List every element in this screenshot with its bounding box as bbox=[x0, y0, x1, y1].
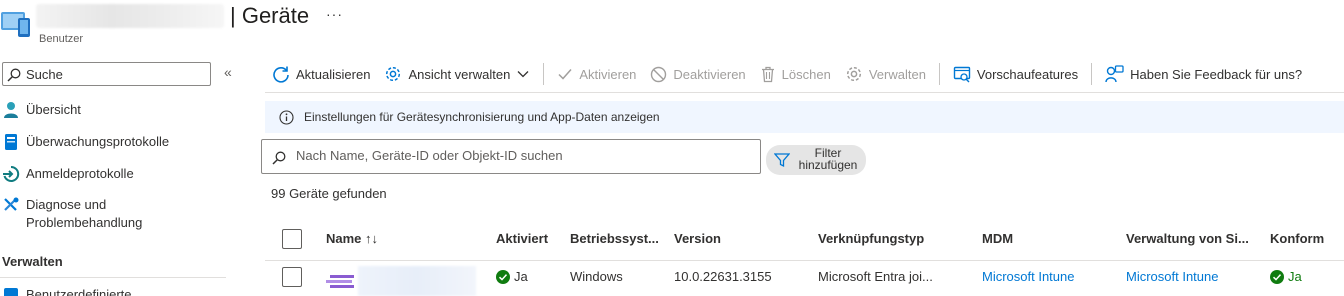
cell-mdm-link[interactable]: Microsoft Intune bbox=[982, 269, 1075, 284]
filter-icon bbox=[774, 153, 790, 168]
page-title: | Geräte bbox=[230, 3, 310, 28]
sidebar-search-value: Suche bbox=[26, 67, 63, 82]
column-header-managed-by[interactable]: Verwaltung von Si... bbox=[1126, 231, 1249, 246]
preview-icon bbox=[953, 66, 971, 82]
divider bbox=[0, 277, 226, 278]
checkmark-icon bbox=[558, 69, 572, 80]
custom-attributes-icon bbox=[4, 288, 18, 296]
sidebar-item-label: Anmeldeprotokolle bbox=[26, 166, 134, 181]
user-name-redacted bbox=[36, 4, 224, 28]
more-options-button[interactable]: ··· bbox=[326, 6, 343, 22]
device-search-box[interactable] bbox=[261, 139, 761, 174]
sidebar-item-custom[interactable]: Benutzerdefinierte bbox=[0, 286, 132, 296]
cell-join-type: Microsoft Entra joi... bbox=[818, 269, 933, 284]
refresh-icon bbox=[273, 66, 289, 83]
info-banner[interactable]: Einstellungen für Gerätesynchronisierung… bbox=[265, 101, 1344, 133]
sidebar: Suche « Übersicht Überwachungsprotokolle… bbox=[0, 52, 250, 296]
manage-label: Verwalten bbox=[868, 66, 926, 82]
toolbar-divider bbox=[1091, 63, 1093, 85]
divider bbox=[265, 92, 1344, 93]
sidebar-item-label: Überwachungsprotokolle bbox=[26, 134, 170, 149]
check-circle-icon bbox=[496, 269, 510, 284]
sidebar-search-input[interactable]: Suche bbox=[2, 62, 211, 86]
column-header-os[interactable]: Betriebssyst... bbox=[570, 231, 659, 246]
sidebar-item-diagnose[interactable]: Diagnose und Problembehandlung bbox=[0, 196, 216, 232]
device-icon bbox=[326, 275, 354, 288]
log-icon bbox=[5, 134, 17, 150]
refresh-button[interactable]: Aktualisieren bbox=[265, 58, 377, 90]
info-banner-text: Einstellungen für Gerätesynchronisierung… bbox=[304, 110, 660, 124]
chevron-down-icon bbox=[517, 71, 529, 78]
refresh-label: Aktualisieren bbox=[296, 66, 371, 82]
gear-icon bbox=[846, 66, 861, 82]
sidebar-item-label: Diagnose und Problembehandlung bbox=[26, 197, 143, 230]
add-filter-button[interactable]: Filter hinzufügen bbox=[766, 145, 866, 175]
add-filter-label: Filter hinzufügen bbox=[798, 146, 858, 172]
cell-version: 10.0.22631.3155 bbox=[674, 269, 772, 284]
sidebar-item-overview[interactable]: Übersicht bbox=[0, 101, 81, 119]
row-checkbox[interactable] bbox=[282, 267, 302, 287]
page-header: | Geräte ··· Benutzer bbox=[0, 0, 1344, 52]
result-count: 99 Geräte gefunden bbox=[271, 186, 387, 201]
compliant-value: Ja bbox=[1288, 269, 1302, 284]
collapse-sidebar-button[interactable]: « bbox=[224, 64, 232, 80]
preview-features-button[interactable]: Vorschaufeatures bbox=[946, 58, 1085, 90]
column-header-join-type[interactable]: Verknüpfungstyp bbox=[818, 231, 924, 246]
info-icon bbox=[279, 109, 294, 125]
user-icon bbox=[4, 102, 18, 118]
column-header-enabled[interactable]: Aktiviert bbox=[496, 231, 548, 246]
manage-button[interactable]: Verwalten bbox=[838, 58, 933, 90]
signin-icon bbox=[3, 165, 20, 182]
wrench-icon bbox=[4, 197, 19, 211]
manage-view-label: Ansicht verwalten bbox=[408, 66, 511, 82]
cell-enabled: Ja bbox=[496, 269, 528, 287]
devices-icon bbox=[1, 12, 30, 37]
sidebar-item-label: Benutzerdefinierte bbox=[26, 287, 132, 296]
sidebar-item-signin-logs[interactable]: Anmeldeprotokolle bbox=[0, 165, 134, 183]
feedback-label: Haben Sie Feedback für uns? bbox=[1130, 66, 1303, 82]
trash-icon bbox=[761, 66, 774, 82]
activate-button[interactable]: Aktivieren bbox=[550, 58, 643, 90]
select-all-checkbox[interactable] bbox=[282, 229, 302, 249]
cell-os: Windows bbox=[570, 269, 623, 284]
sidebar-item-label: Übersicht bbox=[26, 102, 81, 117]
search-icon bbox=[272, 151, 286, 165]
cell-compliant[interactable]: Ja bbox=[1270, 269, 1302, 287]
deactivate-label: Deaktivieren bbox=[673, 66, 746, 82]
block-icon bbox=[651, 66, 667, 82]
delete-label: Löschen bbox=[781, 66, 831, 82]
sidebar-section-manage: Verwalten bbox=[2, 254, 63, 269]
toolbar-divider bbox=[938, 63, 940, 85]
deactivate-button[interactable]: Deaktivieren bbox=[643, 58, 752, 90]
page-subtitle: Benutzer bbox=[39, 33, 84, 45]
device-search-input[interactable] bbox=[296, 148, 746, 163]
cell-managed-by-link[interactable]: Microsoft Intune bbox=[1126, 269, 1219, 284]
column-header-mdm[interactable]: MDM bbox=[982, 231, 1013, 246]
sidebar-item-audit-logs[interactable]: Überwachungsprotokolle bbox=[0, 133, 169, 151]
enabled-value: Ja bbox=[514, 269, 528, 284]
manage-view-button[interactable]: Ansicht verwalten bbox=[377, 58, 537, 90]
column-header-version[interactable]: Version bbox=[674, 231, 721, 246]
check-circle-icon bbox=[1270, 269, 1284, 284]
gear-icon bbox=[386, 66, 401, 82]
delete-button[interactable]: Löschen bbox=[753, 58, 838, 90]
search-icon bbox=[7, 68, 21, 82]
activate-label: Aktivieren bbox=[579, 66, 637, 82]
toolbar-divider bbox=[543, 63, 545, 85]
command-bar: Aktualisieren Ansicht verwalten Aktivier… bbox=[265, 56, 1344, 92]
feedback-icon bbox=[1105, 65, 1124, 83]
device-name-redacted[interactable] bbox=[358, 266, 476, 296]
column-header-name[interactable]: Name ↑↓ bbox=[326, 231, 378, 246]
feedback-button[interactable]: Haben Sie Feedback für uns? bbox=[1098, 58, 1309, 90]
preview-features-label: Vorschaufeatures bbox=[976, 66, 1079, 82]
column-header-compliant[interactable]: Konform bbox=[1270, 231, 1324, 246]
